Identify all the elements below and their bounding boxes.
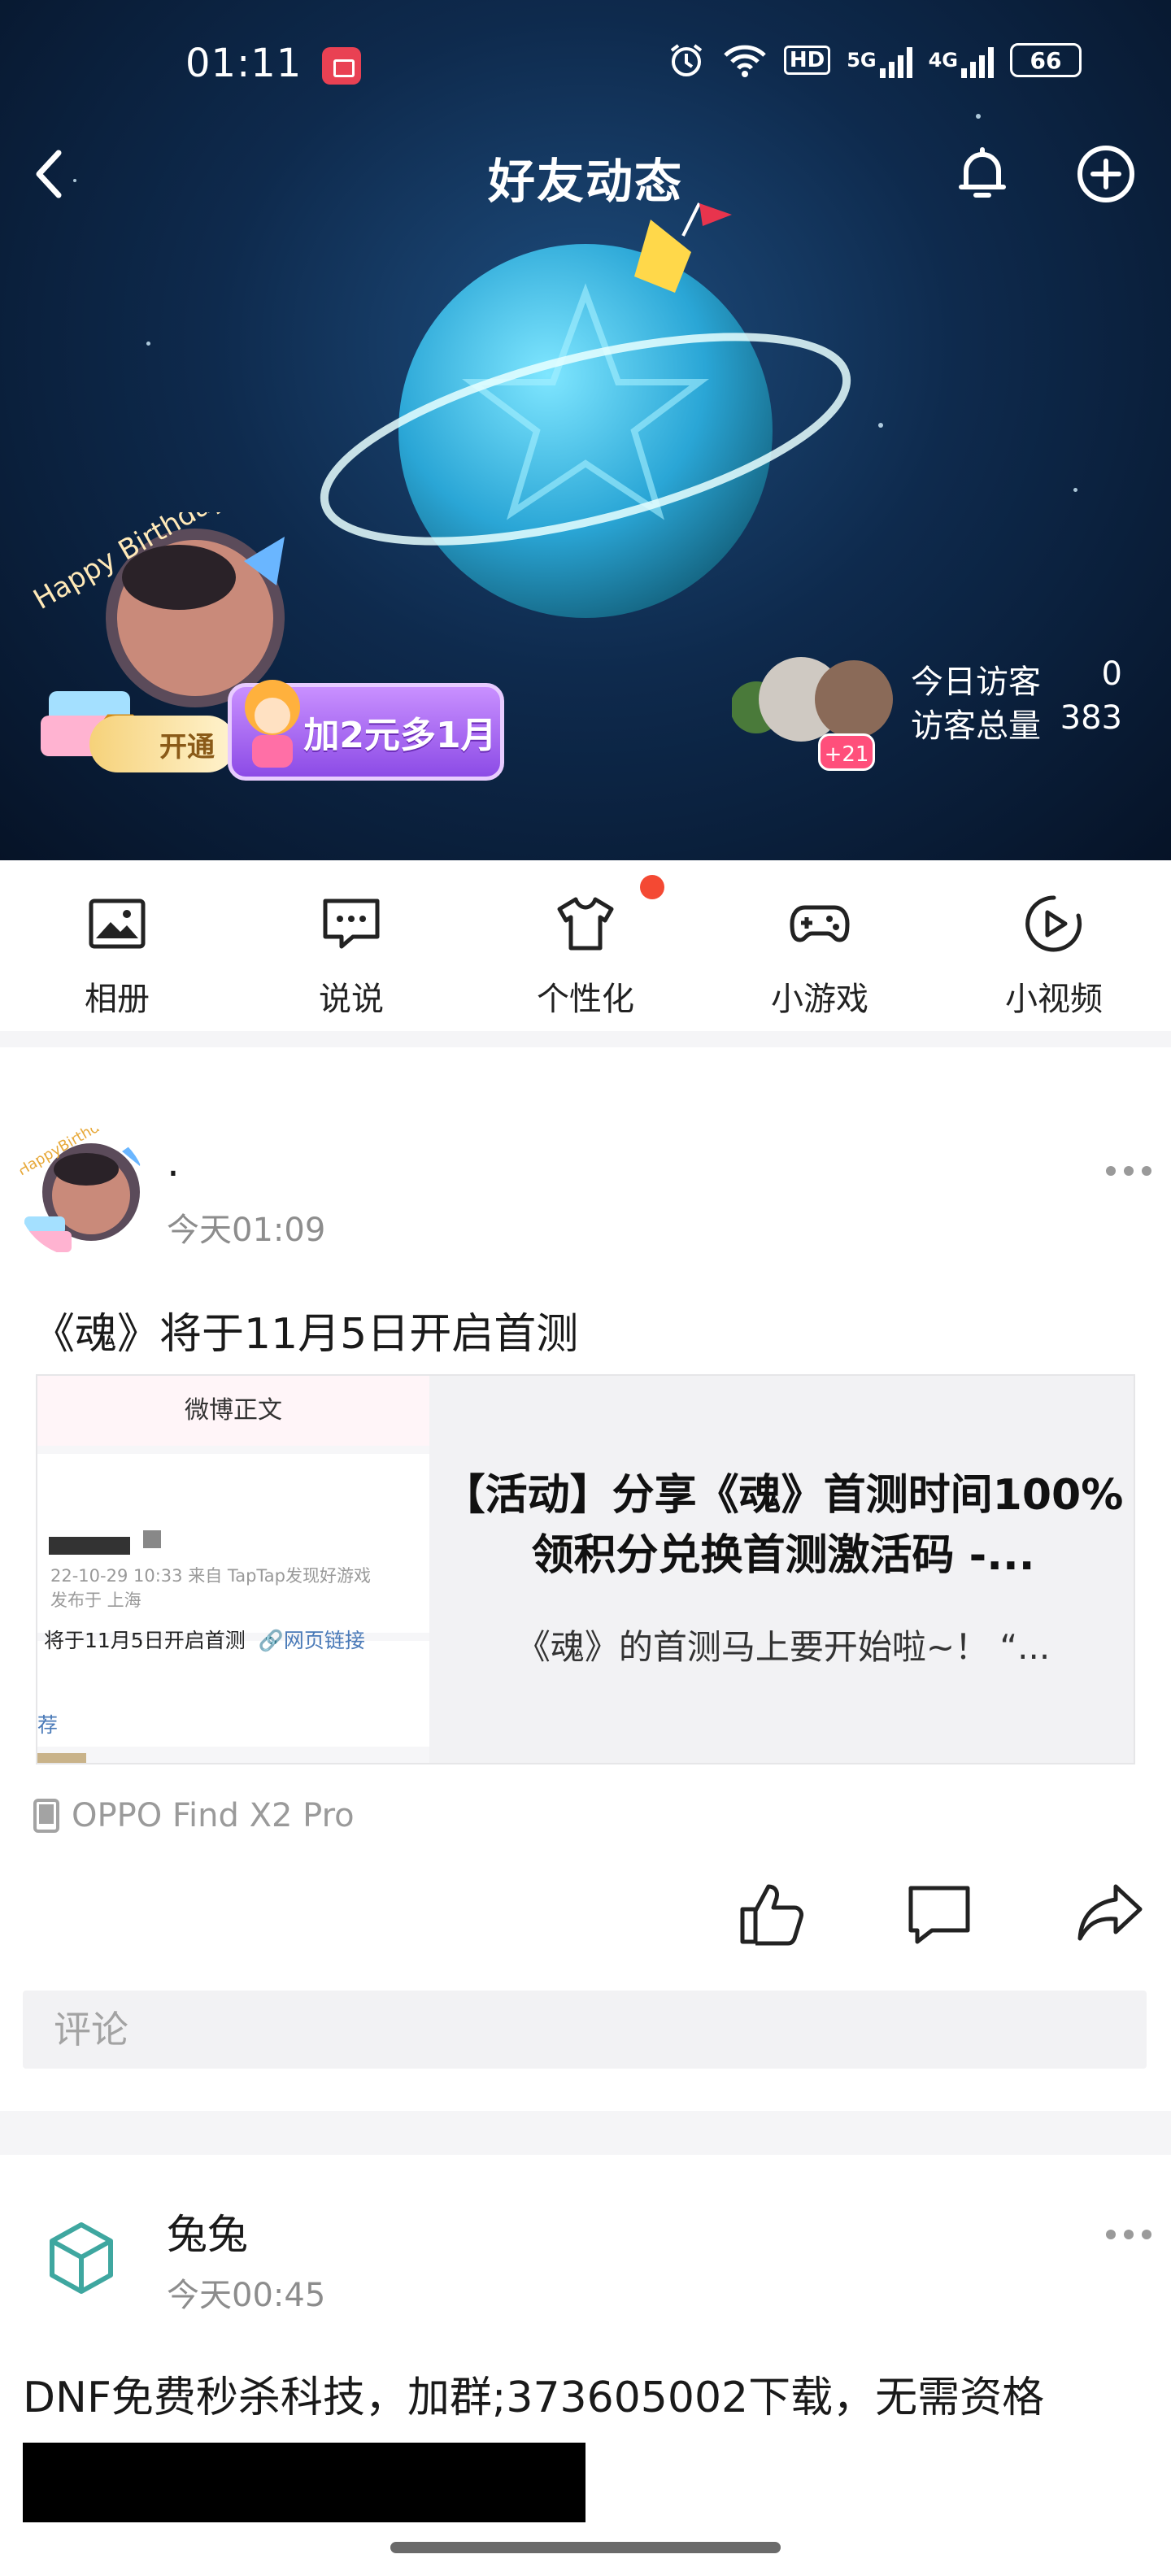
total-visitors[interactable]: 访客总量 383 bbox=[911, 699, 1122, 746]
gamepad-icon bbox=[790, 905, 850, 942]
post-text: 《魂》将于11月5日开启首测 bbox=[33, 1310, 579, 1359]
sparkle bbox=[146, 342, 150, 346]
thumb-more: 荐 bbox=[37, 1713, 59, 1737]
quick-nav: 相册 说说 个性化 小游戏 小视频 bbox=[0, 860, 1171, 1031]
link-thumbnail: 微博正文 22-10-29 10:33 来自 TapTap发现好游戏 发布于 上… bbox=[37, 1376, 429, 1763]
thumb-line: 将于11月5日开启首测 🔗网页链接 bbox=[44, 1629, 365, 1652]
thumb-edge bbox=[37, 1753, 86, 1763]
post-author-avatar[interactable]: HappyBirthday bbox=[16, 1127, 146, 1257]
nav-item-album[interactable]: 相册 bbox=[0, 860, 234, 1031]
home-indicator[interactable] bbox=[390, 2542, 781, 2553]
thumb-title: 微博正文 bbox=[37, 1376, 429, 1446]
like-icon[interactable] bbox=[736, 1878, 806, 1948]
comment-input[interactable]: 评论 bbox=[23, 1991, 1147, 2069]
nav-item-minigame[interactable]: 小游戏 bbox=[703, 860, 937, 1031]
post-text: DNF免费秒杀科技，加群;373605002下载，无需资格 bbox=[23, 2374, 1045, 2422]
tshirt-icon bbox=[557, 897, 614, 951]
wifi-icon bbox=[724, 45, 766, 77]
post-more-icon[interactable] bbox=[1106, 2226, 1151, 2243]
more-visitors-badge: +21 bbox=[818, 733, 875, 771]
alarm-icon bbox=[670, 44, 703, 76]
sparkle bbox=[976, 114, 981, 119]
vip-open-button[interactable]: 开通 bbox=[89, 716, 236, 772]
cell-signal-4g: 4G bbox=[929, 42, 994, 78]
status-time: 01:11 bbox=[185, 41, 303, 86]
new-badge-dot bbox=[640, 875, 664, 899]
thumb-meta: 22-10-29 10:33 来自 TapTap发现好游戏 bbox=[50, 1566, 371, 1586]
post-device: OPPO Find X2 Pro bbox=[33, 1797, 355, 1834]
share-icon[interactable] bbox=[1075, 1878, 1145, 1948]
total-visitors-value: 383 bbox=[1060, 699, 1122, 737]
nav-label: 小游戏 bbox=[771, 981, 868, 1018]
phone-icon bbox=[33, 1799, 59, 1833]
thumb-redacted bbox=[143, 1530, 161, 1548]
planet-illustration bbox=[320, 202, 851, 618]
nav-label: 小视频 bbox=[1005, 981, 1103, 1018]
link-description: 《魂》的首测马上要开始啦~！ “... bbox=[516, 1627, 1051, 1667]
post-timestamp: 今天01:09 bbox=[167, 1212, 326, 1249]
status-bar: 01:11 HD 5G 4G 66 bbox=[0, 36, 1171, 93]
total-visitors-label: 访客总量 bbox=[911, 707, 1041, 745]
thumb-redacted bbox=[49, 1537, 130, 1555]
add-circle-icon[interactable] bbox=[1073, 141, 1138, 207]
thumb-block bbox=[37, 1706, 429, 1747]
nav-item-shortvideo[interactable]: 小视频 bbox=[937, 860, 1171, 1031]
post-timestamp: 今天00:45 bbox=[167, 2277, 326, 2314]
post-more-icon[interactable] bbox=[1106, 1163, 1151, 1179]
nav-label: 说说 bbox=[319, 981, 384, 1018]
today-visitors-label: 今日访客 bbox=[911, 664, 1041, 701]
screen-record-icon bbox=[322, 47, 361, 85]
profile-cover[interactable]: 01:11 HD 5G 4G 66 好友动态 Happy Birthday 开通… bbox=[0, 0, 1171, 860]
photo-icon bbox=[89, 899, 146, 949]
today-visitors[interactable]: 今日访客 0 bbox=[911, 655, 1122, 703]
bell-icon[interactable] bbox=[950, 141, 1015, 207]
hd-badge: HD bbox=[783, 46, 831, 75]
sparkle bbox=[878, 423, 883, 428]
post-author-name[interactable]: . bbox=[167, 1138, 180, 1186]
thumb-meta: 发布于 上海 bbox=[50, 1590, 141, 1610]
chat-bubble-icon bbox=[323, 899, 380, 949]
post-author-avatar[interactable] bbox=[16, 2194, 146, 2324]
device-name: OPPO Find X2 Pro bbox=[72, 1797, 355, 1834]
post-author-name[interactable]: 兔兔 bbox=[167, 2202, 248, 2261]
nav-item-shuoshuo[interactable]: 说说 bbox=[234, 860, 468, 1031]
battery-indicator: 66 bbox=[1010, 43, 1082, 77]
redacted-image bbox=[23, 2443, 586, 2522]
link-title: 【活动】分享《魂》首测时间100%领积分兑换首测激活码 -... bbox=[442, 1471, 1124, 1580]
sparkle bbox=[1073, 488, 1077, 492]
nav-item-personalize[interactable]: 个性化 bbox=[468, 860, 703, 1031]
today-visitors-value: 0 bbox=[1101, 655, 1122, 693]
comment-icon[interactable] bbox=[904, 1878, 974, 1948]
promo-mascot bbox=[245, 680, 300, 768]
nav-label: 个性化 bbox=[537, 981, 634, 1018]
nav-label: 相册 bbox=[85, 981, 150, 1018]
video-play-icon bbox=[1025, 895, 1082, 952]
shared-link-card[interactable]: 微博正文 22-10-29 10:33 来自 TapTap发现好游戏 发布于 上… bbox=[36, 1374, 1135, 1764]
cell-signal-5g: 5G bbox=[847, 42, 912, 78]
